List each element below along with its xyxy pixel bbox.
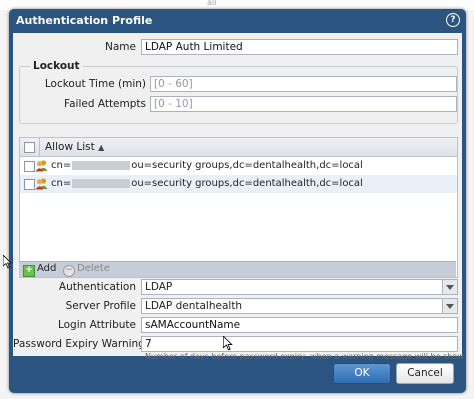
authentication-select[interactable]: LDAP [141, 279, 458, 295]
cancel-button[interactable]: Cancel [396, 363, 454, 384]
lockout-legend: Lockout [30, 60, 83, 72]
select-all-checkbox[interactable] [24, 142, 35, 153]
delete-button[interactable]: − Delete [63, 263, 110, 277]
header-divider [39, 138, 40, 156]
mouse-pointer-icon [223, 336, 233, 351]
allow-list-entry: cn= ou=security groups,dc=dentalhealth,dc… [51, 178, 363, 189]
dialog-titlebar[interactable]: Authentication Profile ? [9, 9, 466, 31]
ok-button[interactable]: OK [333, 363, 391, 384]
background-breadcrumb: all [207, 0, 217, 7]
redacted-text [72, 178, 131, 188]
delete-icon: − [63, 265, 75, 277]
redacted-text [72, 160, 131, 170]
password-expiry-hint: Number of days before password expiry, w… [145, 352, 464, 361]
dialog-title: Authentication Profile [16, 14, 153, 27]
failed-attempts-label: Failed Attempts [64, 98, 146, 110]
allow-list-header-label: Allow List [45, 141, 95, 153]
lockout-fieldset: Lockout Lockout Time (min) [0 - 60] Fail… [19, 60, 458, 124]
add-icon: + [23, 265, 35, 277]
failed-attempts-input[interactable]: [0 - 10] [150, 96, 457, 112]
allow-list-entry: cn= ou=security groups,dc=dentalhealth,dc… [51, 160, 363, 171]
login-attribute-input[interactable]: sAMAccountName [141, 317, 458, 333]
password-expiry-input[interactable]: 7 [141, 336, 458, 352]
chevron-down-icon[interactable] [442, 299, 457, 313]
row-checkbox[interactable] [24, 161, 35, 172]
allow-list-row[interactable]: cn= ou=security groups,dc=dentalhealth,dc… [20, 175, 457, 193]
allow-list-header: Allow List ▲ [20, 138, 457, 157]
allow-list-toolbar: + Add − Delete [19, 261, 456, 277]
name-input[interactable]: LDAP Auth Limited [141, 39, 458, 55]
login-attribute-label: Login Attribute [57, 319, 136, 331]
chevron-down-icon[interactable] [442, 280, 457, 294]
mouse-pointer-icon [3, 255, 12, 269]
server-profile-value: LDAP dentalhealth [145, 300, 243, 312]
sort-ascending-icon: ▲ [98, 143, 105, 152]
authentication-value: LDAP [145, 281, 173, 293]
lockout-time-input[interactable]: [0 - 60] [150, 76, 457, 92]
group-users-icon [35, 160, 48, 172]
dialog-body: Name LDAP Auth Limited Lockout Lockout T… [13, 33, 464, 361]
allow-list-column-header[interactable]: Allow List ▲ [45, 141, 104, 153]
name-label: Name [105, 41, 136, 53]
password-expiry-label: Password Expiry Warning [13, 338, 145, 350]
authentication-label: Authentication [58, 281, 136, 293]
lockout-time-label: Lockout Time (min) [44, 78, 146, 90]
row-checkbox[interactable] [24, 179, 35, 190]
allow-list-row[interactable]: cn= ou=security groups,dc=dentalhealth,dc… [20, 157, 457, 175]
allow-list-grid: Allow List ▲ cn= ou=security groups,dc=de… [19, 137, 458, 278]
server-profile-label: Server Profile [65, 300, 136, 312]
group-users-icon [35, 178, 48, 190]
add-button[interactable]: + Add [23, 263, 56, 277]
help-icon[interactable]: ? [446, 13, 460, 27]
server-profile-select[interactable]: LDAP dentalhealth [141, 298, 458, 314]
authentication-profile-dialog: Authentication Profile ? Name LDAP Auth … [9, 9, 466, 393]
